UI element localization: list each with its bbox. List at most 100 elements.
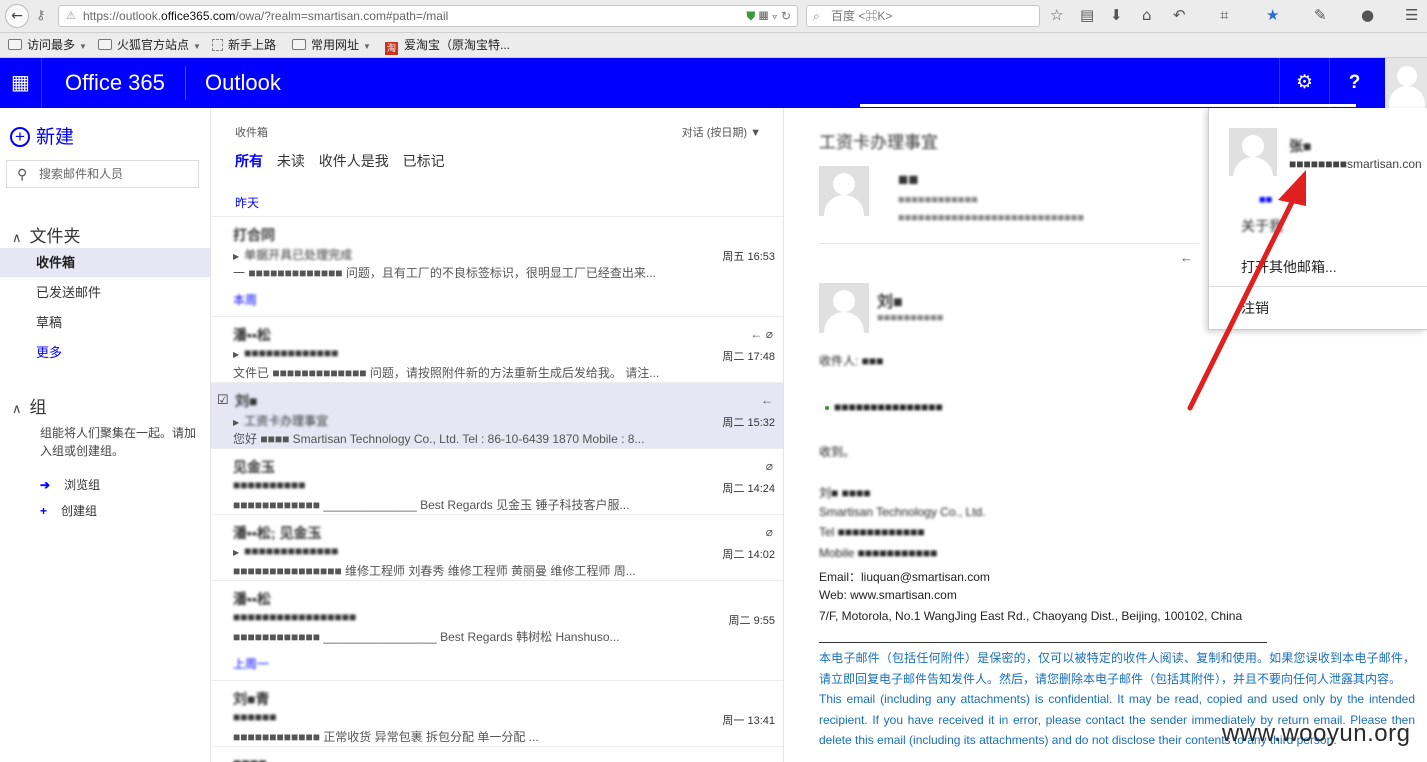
sign-out-link[interactable]: 注销 (1241, 298, 1269, 318)
chevron-up-icon: ∧ (12, 230, 22, 245)
bookmark-most-visited[interactable]: 访问最多 ▼ (8, 33, 87, 59)
bookmark-label: 访问最多 (27, 38, 76, 52)
address-bar[interactable]: ⚠ https://outlook.office365.com/owa/?rea… (58, 5, 798, 27)
sender-name[interactable]: 刘■ (877, 288, 903, 312)
message-time: 周一 13:41 (722, 715, 775, 727)
reply-meta: ■■■■■■■■■■■■ (898, 194, 978, 206)
qr-icon[interactable]: ▦ (759, 9, 769, 23)
star-icon[interactable]: ☆ (1050, 6, 1063, 24)
list-item[interactable]: 潘▪▪松; 见金玉 ⌀ ▶ ■■■■■■■■■■■■■ ■■■■■■■■■■■■■… (211, 514, 783, 580)
help-icon[interactable]: ? (1329, 58, 1379, 108)
list-item[interactable]: 潘▪▪松 ■■■■■■■■■■■■■■■■■ ■■■■■■■■■■■■ ____… (211, 580, 783, 680)
filter-to-me[interactable]: 收件人是我 (319, 153, 389, 169)
crop-icon[interactable]: ⌗ (1220, 6, 1228, 24)
about-me-link[interactable]: 关于我 (1241, 216, 1283, 236)
message-sender: 打合同 (233, 227, 275, 243)
folder-more[interactable]: 更多 (0, 338, 210, 367)
plus-icon: + (10, 127, 30, 147)
list-item[interactable]: 刘■青 ■■■■■■ ■■■■■■■■■■■■ 正常收货 异常包裹 拆包分配 单… (211, 680, 783, 746)
message-sender: 潘▪▪松 (233, 327, 271, 343)
brand-title[interactable]: Office 365 (65, 58, 165, 108)
dropdown-icon[interactable]: ▿ (772, 9, 778, 23)
message-preview: 您好 ■■■■ Smartisan Technology Co., Ltd. T… (233, 432, 645, 446)
extension-star-icon[interactable]: ★ (1266, 6, 1279, 24)
popup-top-edge (860, 104, 1356, 107)
filter-all[interactable]: 所有 (235, 153, 263, 169)
bookmark-label: 常用网址 (311, 38, 360, 52)
reply-icon[interactable]: ← (1180, 250, 1193, 265)
new-mail-button[interactable]: + 新建 (10, 122, 74, 149)
list-item[interactable]: 打合同 ▶ 单据开具已处理完成 一 ■■■■■■■■■■■■■ 问题，且有工厂的不… (211, 216, 783, 316)
folder-inbox[interactable]: 收件箱 (0, 248, 210, 277)
status-dot-icon (825, 406, 829, 410)
open-other-mailbox-link[interactable]: 打开其他邮箱... (1241, 257, 1337, 277)
expand-icon[interactable]: ▶ (233, 418, 239, 427)
filter-unread[interactable]: 未读 (277, 153, 305, 169)
avatar (1229, 128, 1277, 176)
avatar (819, 166, 869, 216)
browse-groups-link[interactable]: ➔ 浏览组 (40, 476, 100, 493)
shield-icon[interactable]: ⛊ (746, 9, 755, 23)
chevron-down-icon: ▼ (193, 42, 201, 51)
list-item[interactable]: 潘▪▪松 ← ⌀ ▶ ■■■■■■■■■■■■■ 文件已 ■■■■■■■■■■■■… (211, 316, 783, 382)
home-icon[interactable]: ⌂ (1142, 6, 1152, 24)
filter-flagged[interactable]: 已标记 (403, 153, 445, 169)
list-item[interactable]: ■■■■ (211, 746, 783, 762)
reply-preview: ■■■■■■■■■■■■■■■■■■■■■■■■■■■■ (898, 212, 1085, 224)
bookmark-firefox-site[interactable]: 火狐官方站点 ▼ (98, 33, 201, 59)
checkbox-icon[interactable]: ☑ (217, 392, 229, 408)
app-title[interactable]: Outlook (205, 58, 281, 108)
bookmark-aitaobao[interactable]: 淘爱淘宝（原淘宝特... (385, 33, 510, 57)
create-group-link[interactable]: + 创建组 (40, 502, 97, 519)
groups-header[interactable]: ∧ 组 (12, 393, 47, 418)
key-icon: ⚷ (36, 8, 46, 23)
message-sender: ■■■■ (233, 755, 267, 762)
signature-email: Email：liuquan@smartisan.com (819, 570, 990, 584)
sort-dropdown[interactable]: 对话 (按日期) ▼ (682, 124, 761, 140)
url-bar-icons[interactable]: ⛊ ▦ ▿ ↻ (746, 6, 791, 26)
search-input[interactable]: ⚲ 搜索邮件和人员 (6, 160, 199, 188)
browser-toolbar: ← ⚷ ⚠ https://outlook.office365.com/owa/… (0, 0, 1427, 33)
expand-icon[interactable]: ▶ (233, 548, 239, 557)
group-header-yesterday: 昨天 (235, 196, 260, 210)
create-group-label: 创建组 (61, 504, 98, 518)
account-email: ■■■■■■■■smartisan.con (1289, 157, 1422, 171)
reading-list-icon[interactable]: ▤ (1080, 6, 1094, 24)
attachment-icon: ⌀ (765, 327, 773, 341)
settings-icon[interactable]: ⚙ (1279, 58, 1329, 108)
undo-icon[interactable]: ↶ (1173, 6, 1186, 24)
back-icon[interactable]: ← (5, 4, 29, 28)
app-launcher-icon[interactable]: ▦ (0, 58, 42, 108)
chevron-down-icon: ▼ (750, 127, 761, 139)
browser-search-input[interactable]: ⌕ 百度 <⌘K> (806, 5, 1040, 27)
chat-icon[interactable]: ● (1361, 6, 1374, 24)
list-item-selected[interactable]: ☑ 刘■ ← ▶ 工资卡办理事宜 您好 ■■■■ Smartisan Techno… (211, 382, 783, 448)
message-subject-text: ■■■■■■ (233, 710, 277, 724)
reply-sender-name[interactable]: ■■ (898, 170, 919, 190)
signature-tel: Tel ■■■■■■■■■■■■ (819, 525, 925, 539)
message-preview: ■■■■■■■■■■■■ ______________ Best Regards… (233, 498, 630, 512)
expand-icon[interactable]: ▶ (233, 252, 239, 261)
expand-icon[interactable]: ▶ (233, 350, 239, 359)
groups-header-label: 组 (29, 398, 47, 417)
avatar[interactable] (1385, 58, 1427, 108)
bookmark-common-sites[interactable]: 常用网址 ▼ (292, 33, 371, 59)
folder-icon (8, 39, 22, 50)
message-subject-text: 单据开具已处理完成 (244, 248, 353, 262)
signature-mobile: Mobile ■■■■■■■■■■■ (819, 546, 938, 560)
message-preview: 一 ■■■■■■■■■■■■■ 问题，且有工厂的不良标签标识，很明显工厂已经查出… (233, 266, 656, 280)
menu-icon[interactable]: ☰ (1405, 6, 1418, 24)
o365-header: ▦ Office 365 Outlook ⚙ ? (0, 58, 1427, 108)
message-sender: 刘■ (235, 393, 258, 409)
extension-icon[interactable]: ✎ (1314, 6, 1327, 24)
account-link[interactable]: ■■ (1259, 194, 1272, 206)
folders-header[interactable]: ∧ 文件夹 (12, 222, 81, 247)
download-icon[interactable]: ⬇ (1110, 6, 1123, 24)
folder-drafts[interactable]: 草稿 (0, 308, 210, 337)
folder-sent[interactable]: 已发送邮件 (0, 278, 210, 307)
header-divider (185, 66, 186, 100)
reload-icon[interactable]: ↻ (781, 9, 791, 23)
folder-icon (98, 39, 112, 50)
bookmark-getting-started[interactable]: 新手上路 (212, 33, 276, 57)
list-item[interactable]: 见金玉 ⌀ ■■■■■■■■■■ ■■■■■■■■■■■■ __________… (211, 448, 783, 514)
